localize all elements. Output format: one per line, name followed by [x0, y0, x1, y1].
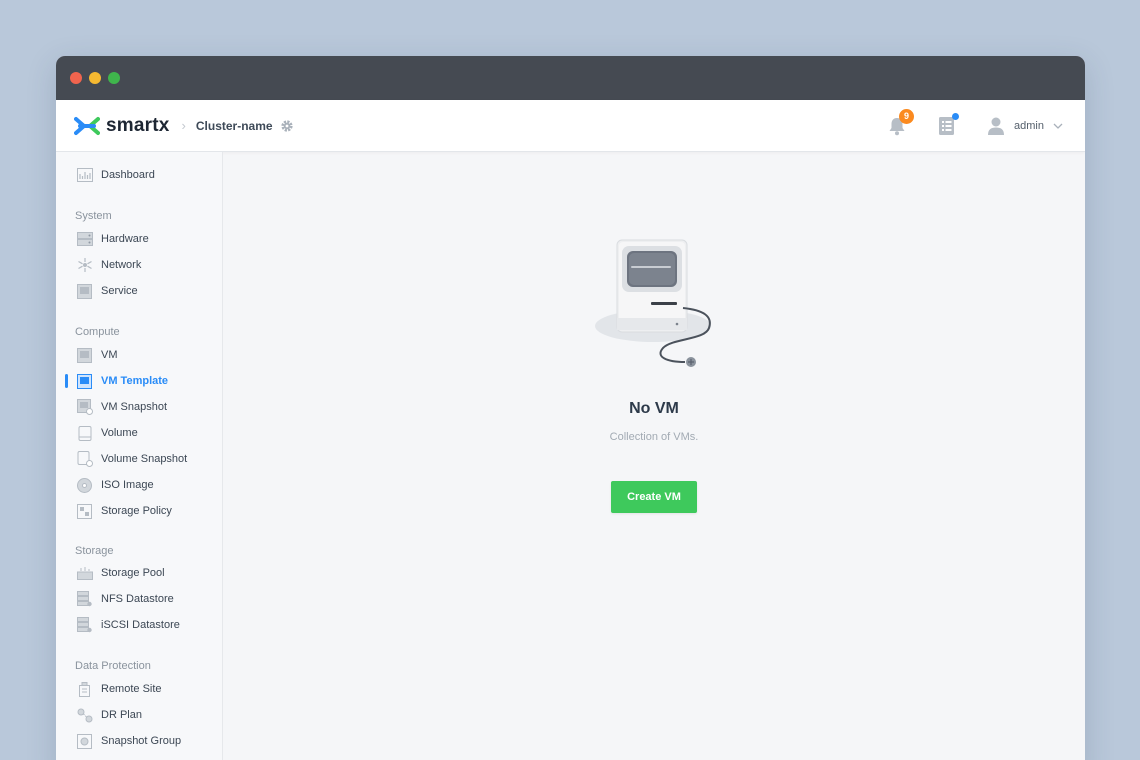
- datastore-icon: [76, 591, 93, 608]
- sidebar-item-label: Volume: [101, 427, 138, 439]
- section-compute-label: Compute: [75, 326, 120, 338]
- remote-site-icon: [76, 681, 93, 698]
- sidebar-item-label: VM Template: [101, 375, 169, 387]
- minimize-window-button[interactable]: [89, 72, 101, 84]
- sidebar-item-label: ISO Image: [101, 479, 154, 491]
- cluster-name-breadcrumb[interactable]: Cluster-name: [196, 119, 273, 133]
- gear-icon[interactable]: [280, 119, 294, 133]
- dashboard-icon: [76, 167, 93, 184]
- sidebar-item-label: Dashboard: [101, 169, 155, 181]
- sidebar-item-label: VM: [101, 349, 118, 361]
- sidebar-item-vm[interactable]: VM: [56, 344, 222, 366]
- section-storage-label: Storage: [75, 545, 114, 557]
- sidebar-item-label: Snapshot Group: [101, 735, 182, 747]
- chevron-down-icon: [1053, 123, 1063, 129]
- sidebar-item-label: Storage Pool: [101, 567, 165, 579]
- snapshot-group-icon: [76, 733, 93, 750]
- server-icon: [76, 231, 93, 248]
- storage-pool-icon: [76, 565, 93, 582]
- sidebar-item-snapshot-group[interactable]: Snapshot Group: [56, 730, 222, 752]
- logo-text: smartx: [106, 114, 170, 136]
- section-data-protection-label: Data Protection: [75, 660, 151, 672]
- sidebar-item-label: Volume Snapshot: [101, 453, 188, 465]
- sidebar-item-vm-template[interactable]: VM Template: [56, 370, 222, 392]
- sidebar: Dashboard System Hardware Network Servic: [56, 152, 223, 760]
- volume-icon: [76, 425, 93, 442]
- breadcrumb-separator-icon: ›: [181, 118, 186, 133]
- title-bar: [56, 56, 1085, 100]
- sidebar-item-label: DR Plan: [101, 709, 142, 721]
- volume-snapshot-icon: [76, 451, 93, 468]
- empty-state-subtitle: Collection of VMs.: [609, 431, 699, 443]
- user-menu[interactable]: admin: [987, 116, 1063, 136]
- sidebar-item-label: Remote Site: [101, 683, 162, 695]
- sidebar-item-label: Service: [101, 285, 138, 297]
- maximize-window-button[interactable]: [108, 72, 120, 84]
- sidebar-item-volume[interactable]: Volume: [56, 422, 222, 444]
- logo[interactable]: smartx: [74, 115, 170, 137]
- sidebar-item-label: NFS Datastore: [101, 593, 174, 605]
- storage-policy-icon: [76, 503, 93, 520]
- sidebar-item-storage-pool[interactable]: Storage Pool: [56, 562, 222, 584]
- sidebar-item-label: Storage Policy: [101, 505, 172, 517]
- sidebar-item-nfs-datastore[interactable]: NFS Datastore: [56, 588, 222, 610]
- top-header: smartx › Cluster-name 9 admin: [56, 100, 1085, 152]
- network-icon: [76, 257, 93, 274]
- sidebar-item-service[interactable]: Service: [56, 280, 222, 302]
- sidebar-item-volume-snapshot[interactable]: Volume Snapshot: [56, 448, 222, 470]
- notification-bell-icon[interactable]: 9: [888, 109, 915, 136]
- app-window: smartx › Cluster-name 9 admin Dashboard …: [56, 56, 1085, 760]
- create-vm-button[interactable]: Create VM: [611, 481, 697, 513]
- sidebar-item-iscsi-datastore[interactable]: iSCSI Datastore: [56, 614, 222, 636]
- vm-snapshot-icon: [76, 399, 93, 416]
- sidebar-item-label: Network: [101, 259, 142, 271]
- sidebar-item-label: iSCSI Datastore: [101, 619, 180, 631]
- vm-template-icon: [76, 373, 93, 390]
- disc-icon: [76, 477, 93, 494]
- sidebar-item-remote-site[interactable]: Remote Site: [56, 678, 222, 700]
- sidebar-item-network[interactable]: Network: [56, 254, 222, 276]
- sidebar-item-vm-snapshot[interactable]: VM Snapshot: [56, 396, 222, 418]
- dr-plan-icon: [76, 707, 93, 724]
- sidebar-item-label: VM Snapshot: [101, 401, 168, 413]
- sidebar-item-iso-image[interactable]: ISO Image: [56, 474, 222, 496]
- sidebar-item-storage-policy[interactable]: Storage Policy: [56, 500, 222, 522]
- vintage-computer-illustration: [595, 239, 711, 367]
- user-name: admin: [1014, 120, 1044, 132]
- task-status-dot: [952, 113, 960, 120]
- user-avatar-icon: [988, 117, 1005, 135]
- datastore-icon: [76, 617, 93, 634]
- main-content: No VM Collection of VMs. Create VM: [223, 152, 1085, 760]
- sidebar-item-hardware[interactable]: Hardware: [56, 228, 222, 250]
- section-system-label: System: [75, 210, 112, 222]
- sidebar-item-dashboard[interactable]: Dashboard: [56, 164, 222, 186]
- task-list-icon[interactable]: [938, 113, 960, 136]
- sidebar-item-label: Hardware: [101, 233, 149, 245]
- empty-state-title: No VM: [629, 400, 679, 417]
- vm-icon: [76, 347, 93, 364]
- smartx-logo-icon: [74, 116, 100, 135]
- notification-count-badge: 9: [899, 109, 915, 124]
- close-window-button[interactable]: [70, 72, 82, 84]
- sidebar-item-dr-plan[interactable]: DR Plan: [56, 704, 222, 726]
- service-icon: [76, 283, 93, 300]
